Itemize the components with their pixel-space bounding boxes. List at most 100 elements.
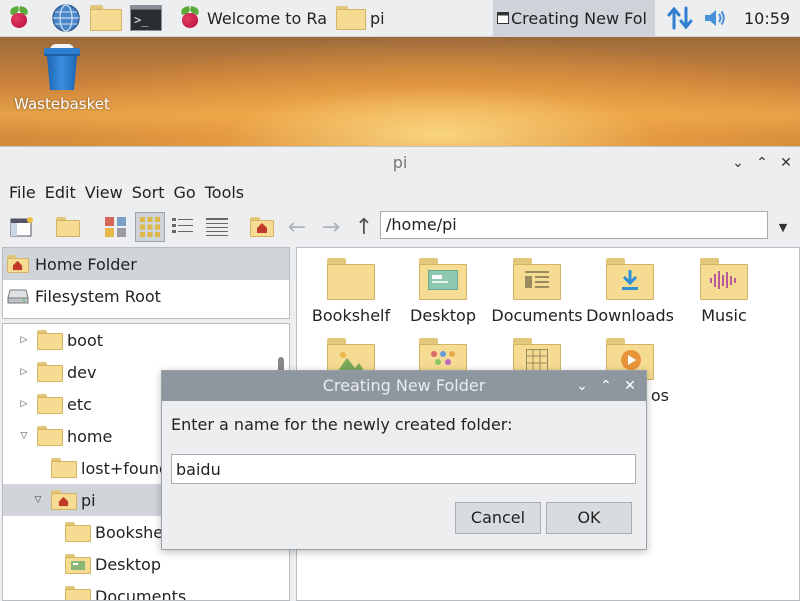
desktop-folder-icon	[65, 554, 91, 574]
expand-arrow-icon[interactable]: ▷	[19, 399, 29, 409]
dialog-titlebar[interactable]: Creating New Folder ⌄ ⌃ ✕	[162, 371, 646, 401]
terminal-icon: >_	[130, 5, 162, 31]
volume-button[interactable]	[702, 2, 728, 34]
task-label: Creating New Fol	[511, 9, 647, 28]
taskbar-task-welcome[interactable]: Welcome to Ra	[173, 0, 339, 36]
dialog-close-button[interactable]: ✕	[622, 378, 638, 394]
place-filesystem-root[interactable]: Filesystem Root	[3, 280, 289, 312]
place-home-folder[interactable]: Home Folder	[3, 248, 289, 280]
folder-icon	[51, 458, 77, 478]
terminal-launcher[interactable]: >_	[130, 2, 162, 34]
place-label: Filesystem Root	[35, 287, 161, 306]
new-folder-button[interactable]	[55, 214, 81, 240]
maximize-button[interactable]: ⌃	[754, 155, 770, 171]
taskbar-task-pi[interactable]: pi	[333, 0, 486, 36]
music-folder-icon	[700, 258, 748, 300]
item-label: Downloads	[583, 306, 677, 325]
close-button[interactable]: ✕	[778, 155, 794, 171]
expand-arrow-icon[interactable]: ▷	[19, 335, 29, 345]
tree-node-boot[interactable]: ▷ boot	[3, 324, 289, 356]
menu-edit[interactable]: Edit	[44, 179, 84, 207]
folder-name-input[interactable]	[171, 454, 636, 484]
menu-sort[interactable]: Sort	[131, 179, 173, 207]
home-button[interactable]	[249, 214, 275, 240]
folder-item-desktop[interactable]: Desktop	[396, 248, 490, 325]
wastebasket-desktop-icon[interactable]: Wastebasket	[14, 44, 110, 113]
folder-item-downloads[interactable]: Downloads	[583, 248, 677, 325]
tree-node-documents[interactable]: Documents	[3, 580, 289, 601]
parent-folder-button[interactable]: ↑	[351, 214, 377, 240]
home-folder-icon	[250, 217, 274, 237]
cancel-button[interactable]: Cancel	[455, 502, 541, 534]
task-label: pi	[370, 9, 385, 28]
raspberry-pi-icon	[179, 7, 201, 29]
detailed-list-icon	[205, 216, 229, 238]
tree-node-label: etc	[67, 395, 92, 414]
new-folder-icon	[56, 217, 80, 237]
item-label: Bookshelf	[304, 306, 398, 325]
item-label: Desktop	[396, 306, 490, 325]
minimize-button[interactable]: ⌄	[730, 155, 746, 171]
home-folder-icon	[51, 490, 77, 510]
new-window-button[interactable]	[9, 214, 35, 240]
ok-button[interactable]: OK	[546, 502, 632, 534]
thumbnails-icon	[104, 215, 128, 239]
window-titlebar[interactable]: pi ⌄ ⌃ ✕	[0, 147, 800, 179]
create-folder-dialog: Creating New Folder ⌄ ⌃ ✕ Enter a name f…	[161, 370, 647, 550]
back-button[interactable]: ←	[284, 214, 310, 240]
file-manager-launcher[interactable]	[90, 2, 122, 34]
tree-node-label: pi	[81, 491, 96, 510]
tree-node-label: Desktop	[95, 555, 161, 574]
places-pane: Home Folder Filesystem Root	[2, 247, 290, 319]
folder-item-music[interactable]: Music	[677, 248, 771, 325]
svg-text:>_: >_	[134, 13, 149, 27]
compact-list-icon	[171, 216, 195, 238]
forward-button[interactable]: →	[318, 214, 344, 240]
web-browser-launcher[interactable]	[51, 2, 81, 34]
menu-tools[interactable]: Tools	[204, 179, 252, 207]
menu-view[interactable]: View	[84, 179, 131, 207]
arrow-left-icon: ←	[288, 215, 306, 240]
view-detailed-list-button[interactable]	[204, 214, 230, 240]
clock[interactable]: 10:59	[744, 9, 790, 28]
network-status-button[interactable]	[666, 2, 694, 34]
icon-grid-icon	[139, 216, 161, 238]
wastebasket-label: Wastebasket	[14, 95, 110, 113]
expand-arrow-icon[interactable]: ▷	[19, 367, 29, 377]
globe-icon	[51, 3, 81, 33]
folder-item-documents[interactable]: Documents	[490, 248, 584, 325]
speaker-icon	[702, 5, 728, 31]
menu-bar: File Edit View Sort Go Tools	[0, 179, 800, 207]
path-history-dropdown[interactable]: ▼	[770, 214, 796, 240]
dialog-minimize-button[interactable]: ⌄	[574, 378, 590, 394]
downloads-folder-icon	[606, 258, 654, 300]
path-entry[interactable]: /home/pi	[380, 211, 768, 239]
view-compact-button[interactable]	[170, 214, 196, 240]
wastebasket-icon	[42, 44, 82, 92]
folder-item-bookshelf[interactable]: Bookshelf	[304, 248, 398, 325]
arrow-right-icon: →	[322, 215, 340, 240]
view-icons-button[interactable]	[135, 212, 165, 242]
folder-icon	[37, 426, 63, 446]
view-thumbnails-button[interactable]	[103, 214, 129, 240]
desktop-folder-icon	[419, 258, 467, 300]
tree-node-label: dev	[67, 363, 96, 382]
tree-node-label: lost+found	[81, 459, 169, 478]
dialog-prompt: Enter a name for the newly created folde…	[171, 415, 512, 434]
folder-icon	[90, 5, 122, 31]
folder-icon	[327, 258, 375, 300]
tree-node-desktop[interactable]: Desktop	[3, 548, 289, 580]
menu-go[interactable]: Go	[173, 179, 204, 207]
collapse-arrow-icon[interactable]: ▽	[19, 431, 29, 441]
window-title: pi	[393, 153, 408, 172]
place-label: Home Folder	[35, 255, 137, 274]
taskbar-task-creating-folder[interactable]: Creating New Fol	[493, 0, 655, 36]
taskbar: >_ Welcome to Ra pi Creating New Fol 10:…	[0, 0, 800, 37]
menu-file[interactable]: File	[8, 179, 44, 207]
dialog-maximize-button[interactable]: ⌃	[598, 378, 614, 394]
raspberry-menu-button[interactable]	[8, 2, 30, 34]
item-label: Documents	[490, 306, 584, 325]
folder-icon	[65, 522, 91, 542]
documents-folder-icon	[65, 586, 91, 601]
collapse-arrow-icon[interactable]: ▽	[33, 495, 43, 505]
